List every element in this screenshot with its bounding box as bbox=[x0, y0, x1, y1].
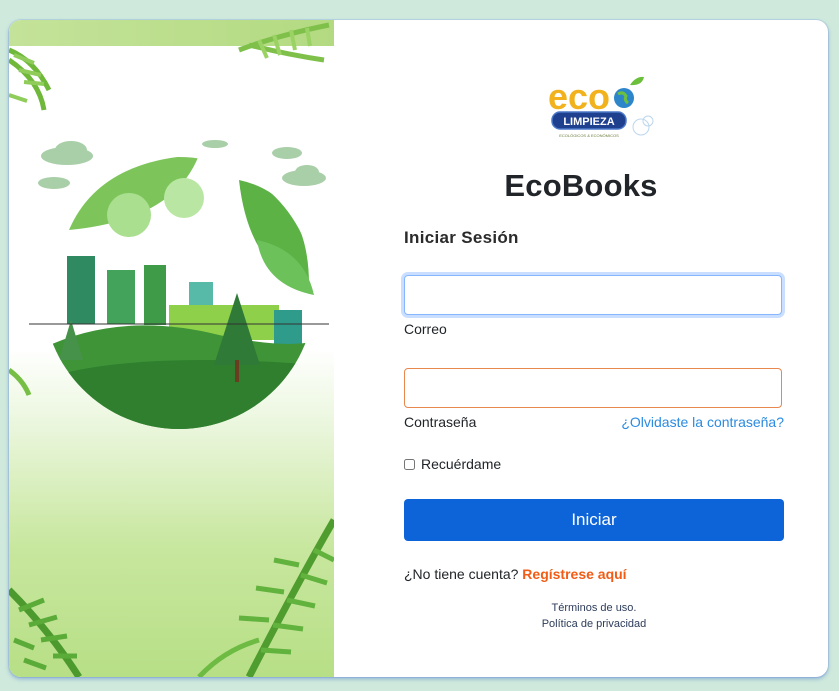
palm-leaf-icon bbox=[9, 367, 32, 396]
logo-tagline: ECOLÓGICOS & ECONÓMICOS bbox=[559, 133, 619, 138]
password-label: Contraseña bbox=[404, 414, 477, 430]
cloud-icon bbox=[41, 141, 93, 165]
remember-checkbox[interactable] bbox=[404, 458, 415, 470]
register-prompt: ¿No tiene cuenta? Regístrese aquí bbox=[404, 566, 627, 582]
cloud-icon bbox=[272, 147, 302, 159]
privacy-link[interactable]: Política de privacidad bbox=[334, 616, 828, 632]
building-icon bbox=[144, 265, 166, 325]
forgot-password-link[interactable]: ¿Olvidaste la contraseña? bbox=[621, 414, 784, 430]
password-field[interactable] bbox=[404, 368, 782, 408]
login-card: eco LIMPIEZA ECOLÓGICOS & ECONÓMICOS Eco… bbox=[9, 20, 828, 677]
register-link[interactable]: Regístrese aquí bbox=[522, 566, 626, 582]
cloud-icon bbox=[38, 177, 70, 189]
remember-label: Recuérdame bbox=[421, 456, 502, 472]
palm-leaf-icon bbox=[238, 22, 330, 63]
remember-me: Recuérdame bbox=[404, 456, 501, 472]
footer-links: Términos de uso. Política de privacidad bbox=[334, 600, 828, 632]
terms-link[interactable]: Términos de uso. bbox=[334, 600, 828, 616]
leaf-icon bbox=[630, 76, 644, 86]
city-nature-illustration bbox=[9, 22, 334, 677]
eco-illustration-panel bbox=[9, 20, 334, 677]
login-panel: eco LIMPIEZA ECOLÓGICOS & ECONÓMICOS Eco… bbox=[334, 20, 828, 677]
eco-limpieza-logo: eco LIMPIEZA ECOLÓGICOS & ECONÓMICOS bbox=[548, 76, 654, 138]
email-label: Correo bbox=[404, 321, 447, 337]
login-heading: Iniciar Sesión bbox=[404, 228, 519, 247]
palm-leaf-icon bbox=[238, 518, 334, 677]
register-text: ¿No tiene cuenta? bbox=[404, 566, 519, 582]
cloud-icon bbox=[282, 165, 326, 186]
globe-icon bbox=[614, 88, 634, 108]
palm-leaf-icon bbox=[9, 587, 82, 677]
brand-title: EcoBooks bbox=[504, 168, 658, 203]
palm-leaf-icon bbox=[9, 47, 52, 111]
globe-icon bbox=[43, 157, 315, 429]
logo-word: eco bbox=[548, 76, 610, 117]
logo-badge: LIMPIEZA bbox=[563, 116, 614, 128]
building-icon bbox=[107, 270, 135, 324]
login-button[interactable]: Iniciar bbox=[404, 499, 784, 541]
building-icon bbox=[67, 256, 95, 324]
email-field[interactable] bbox=[404, 275, 782, 315]
cloud-icon bbox=[202, 140, 228, 148]
